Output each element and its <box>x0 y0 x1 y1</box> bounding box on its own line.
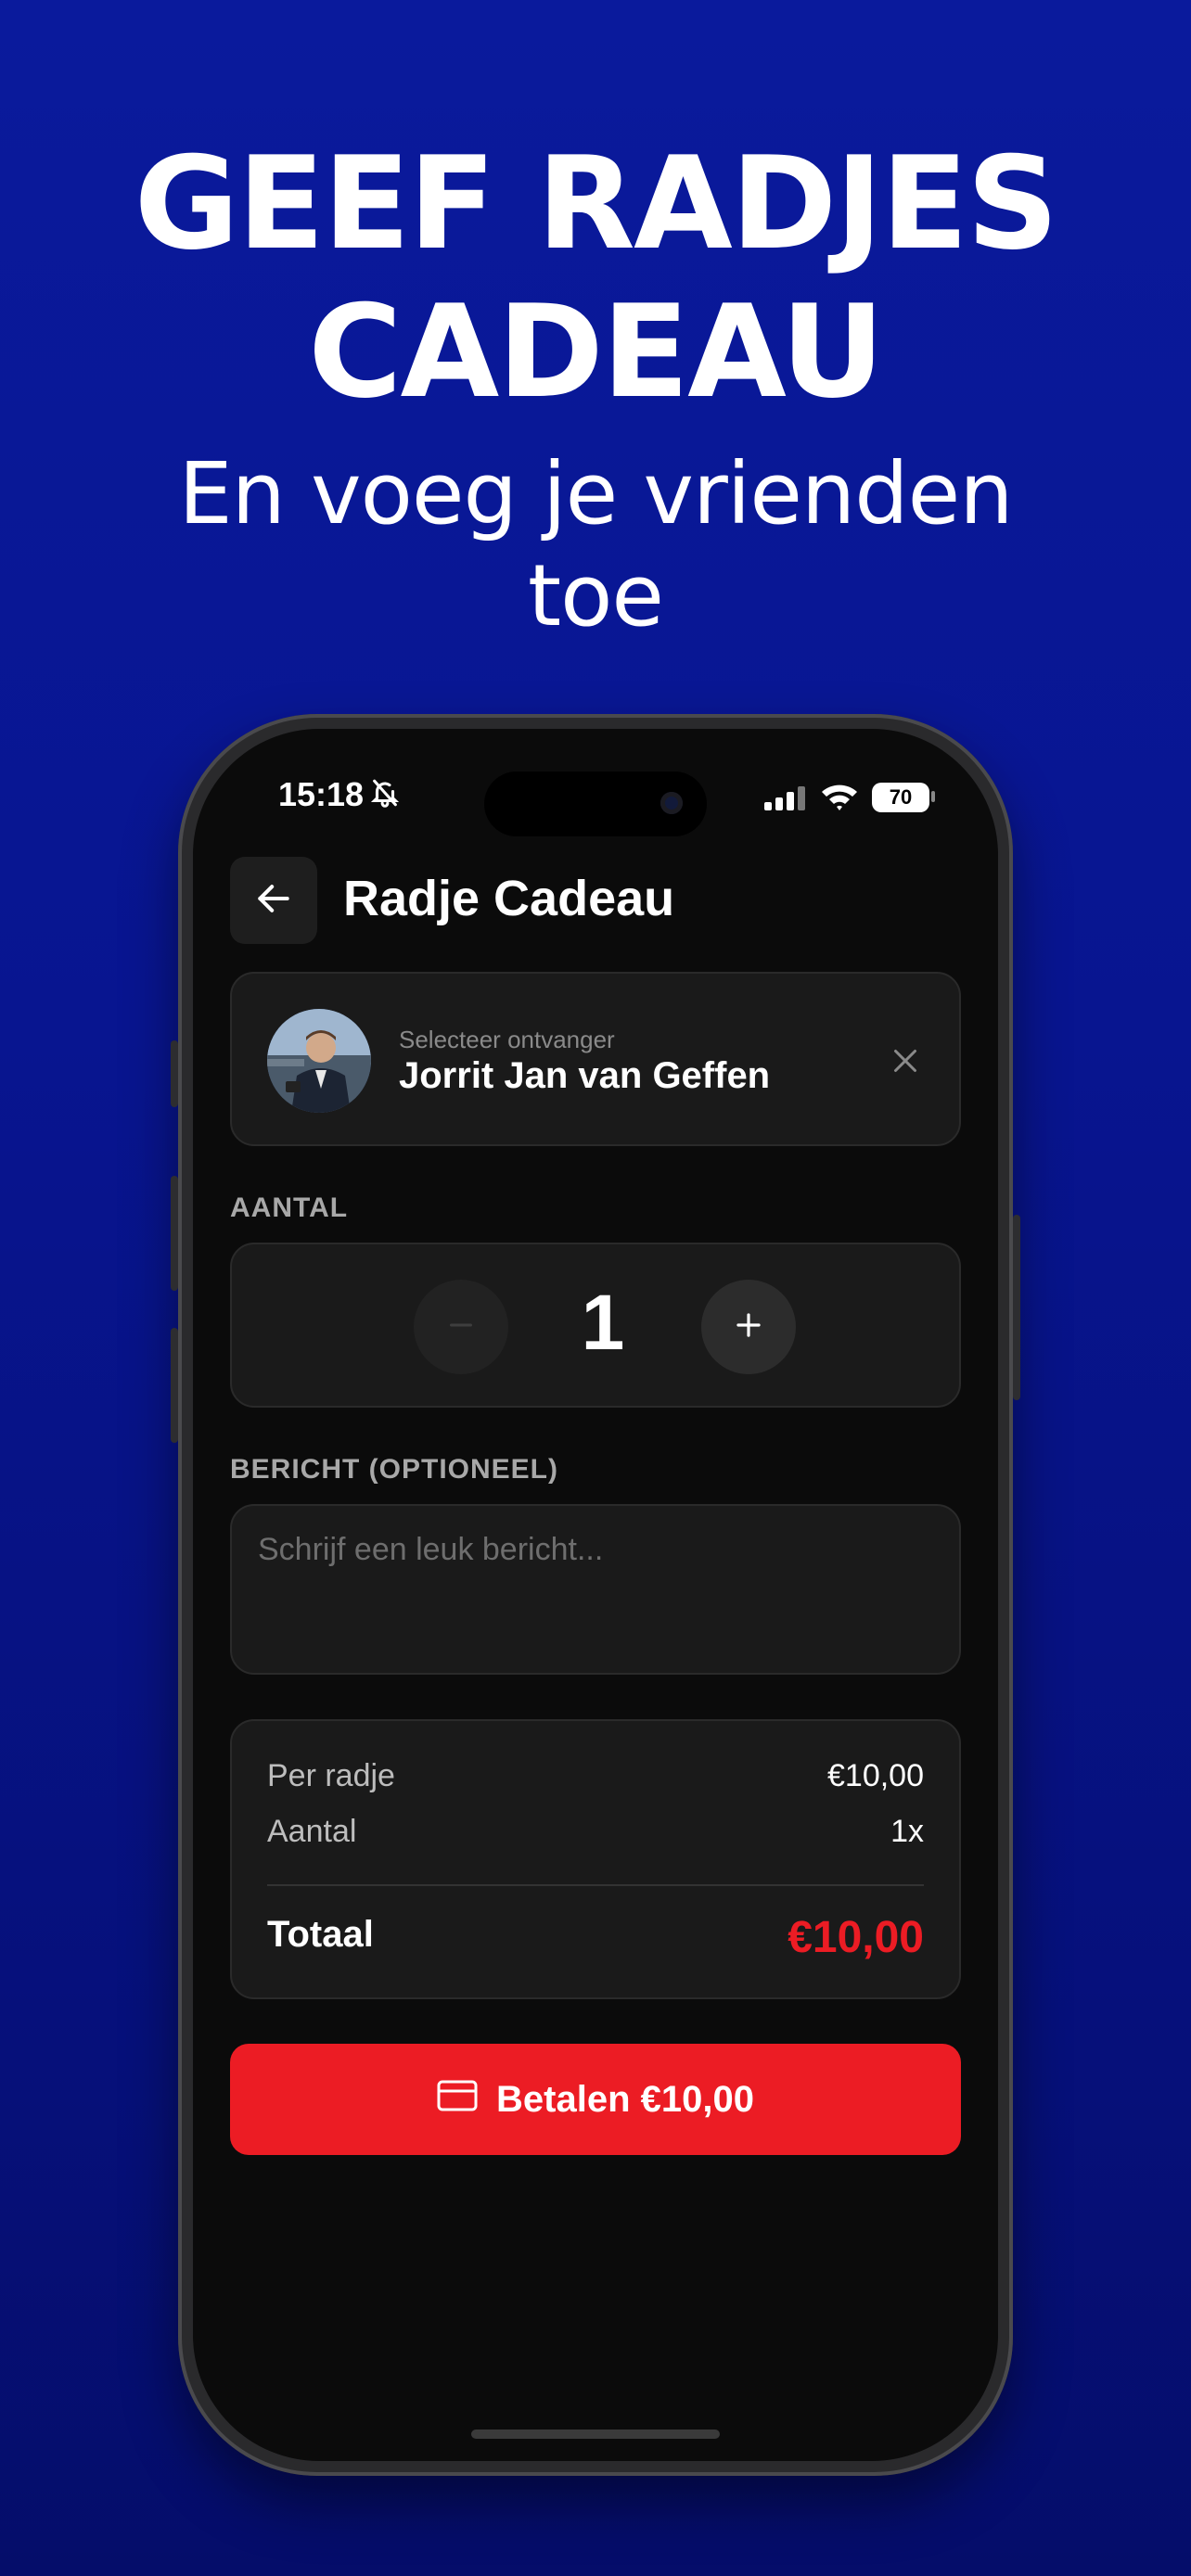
message-card <box>230 1504 961 1675</box>
page-title: Radje Cadeau <box>343 871 675 926</box>
battery-tip <box>931 791 935 802</box>
plus-icon <box>731 1307 766 1347</box>
total-value: €10,00 <box>788 1913 924 1962</box>
status-bar: 15:18 70 <box>193 772 998 836</box>
total-label: Totaal <box>267 1914 374 1955</box>
recipient-name: Jorrit Jan van Geffen <box>399 1055 771 1096</box>
arrow-left-icon <box>253 878 294 924</box>
order-summary: Per radje €10,00 Aantal 1x Totaal €10,00 <box>230 1719 961 1999</box>
close-icon[interactable] <box>889 1044 922 1078</box>
wifi-icon <box>820 781 859 817</box>
bell-slash-icon <box>369 777 401 813</box>
back-button[interactable] <box>230 857 317 944</box>
recipient-card[interactable]: Selecteer ontvanger Jorrit Jan van Geffe… <box>230 972 961 1146</box>
pay-button[interactable]: Betalen €10,00 <box>230 2044 961 2155</box>
quantity-stepper: 1 <box>230 1243 961 1408</box>
dynamic-island <box>484 772 707 836</box>
volume-down-button <box>171 1328 178 1443</box>
subline-line-1: En voeg je vrienden <box>178 444 1013 543</box>
summary-divider <box>267 1884 924 1886</box>
headline-line-1: GEEF RADJES <box>134 129 1059 278</box>
phone-screen: 15:18 70 Radje Cadeau Selecteer ontvange… <box>193 729 998 2461</box>
summary-price-label: Per radje <box>267 1758 395 1793</box>
power-button <box>1013 1215 1020 1400</box>
volume-up-button <box>171 1176 178 1291</box>
summary-price-value: €10,00 <box>827 1758 924 1793</box>
battery-icon: 70 <box>872 783 929 812</box>
recipient-label: Selecteer ontvanger <box>399 1026 615 1053</box>
phone-frame: 15:18 70 Radje Cadeau Selecteer ontvange… <box>171 714 1020 2476</box>
action-button <box>171 1040 178 1107</box>
summary-quantity-label: Aantal <box>267 1814 357 1849</box>
message-section-label: BERICHT (OPTIONEEL) <box>230 1454 558 1485</box>
promo-subline: En voeg je vrienden toe <box>0 443 1191 647</box>
promo-headline: GEEF RADJES CADEAU <box>0 130 1191 427</box>
home-indicator <box>471 2429 720 2439</box>
app-header: Radje Cadeau <box>230 857 961 944</box>
headline-line-2: CADEAU <box>308 277 885 427</box>
message-input[interactable] <box>232 1506 959 1673</box>
cellular-signal-icon <box>764 786 807 815</box>
credit-card-icon <box>437 2079 478 2121</box>
front-camera <box>660 792 683 814</box>
avatar <box>267 1009 371 1113</box>
increment-button[interactable] <box>701 1280 796 1374</box>
status-time: 15:18 <box>278 775 365 813</box>
pay-button-label: Betalen €10,00 <box>496 2078 754 2120</box>
quantity-section-label: AANTAL <box>230 1192 349 1223</box>
quantity-value: 1 <box>581 1279 625 1366</box>
minus-icon <box>444 1308 478 1346</box>
decrement-button[interactable] <box>414 1280 508 1374</box>
subline-line-2: toe <box>528 546 664 645</box>
summary-quantity-value: 1x <box>890 1814 924 1849</box>
